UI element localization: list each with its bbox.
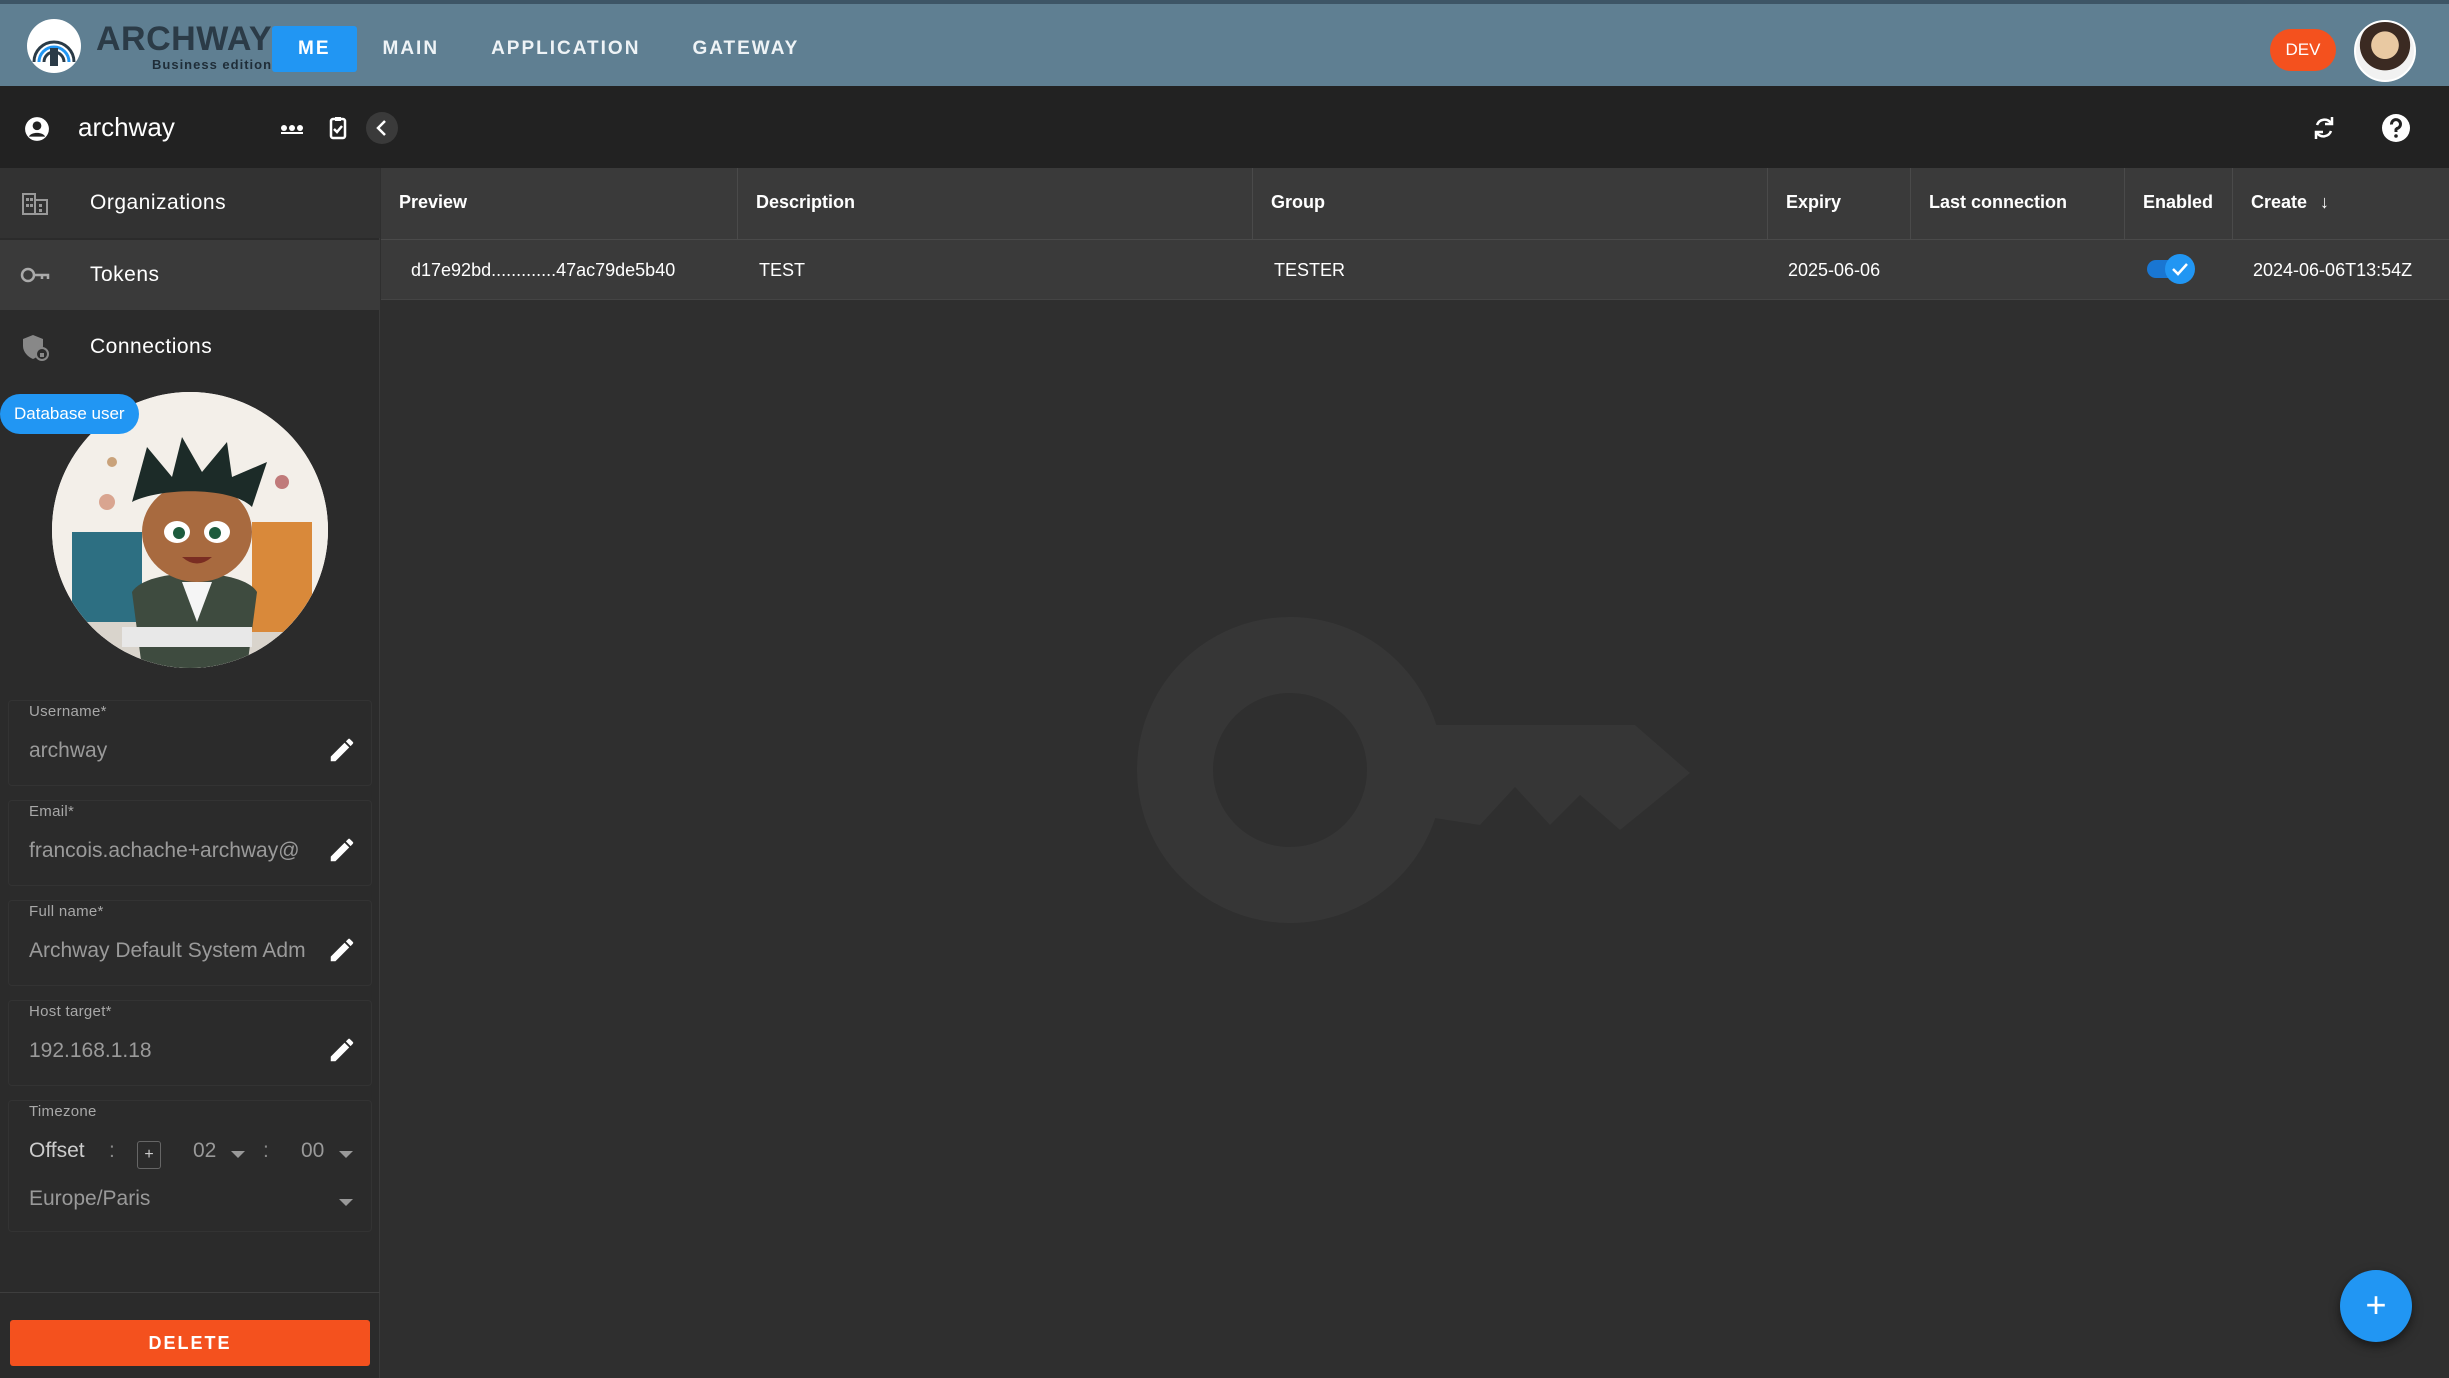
offset-sign-toggle[interactable]: + [137,1141,161,1169]
host-target-value: 192.168.1.18 [29,1039,152,1062]
main-nav: ME MAIN APPLICATION GATEWAY [272,26,825,72]
column-header-preview[interactable]: Preview [381,168,738,240]
nav-tab-application[interactable]: APPLICATION [465,26,666,72]
account-circle-icon [25,117,49,141]
clipboard-check-icon[interactable] [324,114,352,142]
key-icon [20,267,50,283]
check-icon [2172,263,2188,276]
sidebar-item-label: Tokens [90,263,160,286]
sidebar-item-connections[interactable]: Connections [0,312,380,382]
enabled-toggle[interactable] [2147,254,2195,284]
key-watermark-icon [1137,617,1690,923]
nav-tab-main[interactable]: MAIN [357,26,466,72]
sidebar-item-organizations[interactable]: Organizations [0,168,380,238]
sidebar-divider [0,1292,380,1293]
environment-badge[interactable]: DEV [2270,29,2336,71]
brand-title: ARCHWAY [96,19,273,58]
column-header-description[interactable]: Description [738,168,1253,240]
sidebar-item-tokens[interactable]: Tokens [0,240,380,310]
host-target-label: Host target* [29,1003,112,1020]
user-avatar[interactable] [2354,20,2416,82]
offset-separator: : [109,1139,115,1162]
sub-header: archway [0,86,2449,168]
edit-pencil-icon[interactable] [327,935,357,965]
table-header: Preview Description Group Expiry Last co… [381,168,2449,240]
building-icon [22,193,48,215]
edit-pencil-icon[interactable] [327,735,357,765]
add-token-button[interactable]: + [2340,1270,2412,1342]
column-header-last-connection[interactable]: Last connection [1911,168,2125,240]
host-target-field: Host target* 192.168.1.18 [8,1000,372,1086]
collapse-sidebar-button[interactable] [366,112,398,144]
table-row[interactable]: d17e92bd.............47ac79de5b40 TEST T… [381,240,2449,300]
shield-lock-icon [23,335,49,361]
current-user-name: archway [78,112,175,142]
username-value: archway [29,739,108,762]
sort-arrow-down-icon: ↓ [2320,192,2330,212]
cell-expiry: 2025-06-06 [1788,260,1881,280]
full-name-field: Full name* Archway Default System Adm [8,900,372,986]
sidebar: Organizations Tokens Connections Databas… [0,168,380,1378]
sidebar-item-label: Connections [90,335,213,358]
edit-pencil-icon[interactable] [327,835,357,865]
column-header-create-label: Create [2251,192,2308,212]
column-header-expiry[interactable]: Expiry [1768,168,1911,240]
help-icon[interactable] [2380,112,2412,144]
refresh-icon[interactable] [2308,112,2340,144]
offset-minutes-select[interactable]: 00 [301,1139,324,1163]
cell-group: TESTER [1274,260,1346,280]
dropdown-caret-icon [339,1199,353,1206]
timezone-label: Timezone [29,1103,97,1120]
delete-button[interactable]: DELETE [10,1320,370,1366]
cell-description: TEST [759,260,806,280]
sidebar-item-label: Organizations [90,191,227,214]
brand-subtitle: Business edition [152,56,273,72]
more-horizontal-icon[interactable] [278,114,306,142]
dropdown-caret-icon [231,1151,245,1158]
timezone-field: Timezone Offset : + 02 : 00 Europe/Paris [8,1100,372,1232]
full-name-label: Full name* [29,903,104,920]
edit-pencil-icon[interactable] [327,1035,357,1065]
email-value: francois.achache+archway@ [29,839,300,862]
username-label: Username* [29,703,107,720]
cell-create: 2024-06-06T13:54Z [2253,260,2413,280]
timezone-select[interactable]: Europe/Paris [29,1187,150,1211]
cell-preview: d17e92bd.............47ac79de5b40 [411,260,676,280]
username-field: Username* archway [8,700,372,786]
offset-label: Offset [29,1139,85,1162]
offset-hours-select[interactable]: 02 [193,1139,216,1163]
nav-tab-gateway[interactable]: GATEWAY [666,26,825,72]
archway-logo-icon [27,19,81,73]
email-label: Email* [29,803,75,820]
column-header-enabled[interactable]: Enabled [2125,168,2233,240]
nav-tab-me[interactable]: ME [272,26,357,72]
toggle-knob [2165,254,2195,284]
full-name-value: Archway Default System Adm [29,939,306,962]
dropdown-caret-icon [339,1151,353,1158]
offset-separator: : [263,1139,269,1162]
tokens-table: Preview Description Group Expiry Last co… [381,168,2449,300]
column-header-group[interactable]: Group [1253,168,1768,240]
email-field: Email* francois.achache+archway@ [8,800,372,886]
chevron-left-icon [376,120,386,136]
top-app-bar: ARCHWAY Business edition ME MAIN APPLICA… [0,0,2449,86]
brand-logo[interactable]: ARCHWAY Business edition [26,18,272,74]
column-header-create[interactable]: Create ↓ [2233,168,2449,240]
role-chip: Database user [0,394,139,434]
